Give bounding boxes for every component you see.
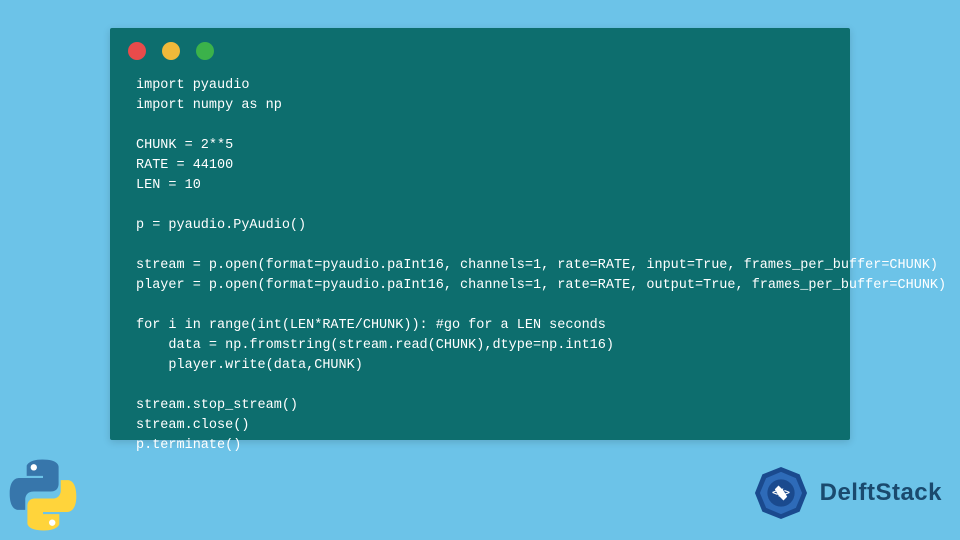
delftstack-logo-icon: </> (750, 462, 812, 524)
brand-name: DelftStack (820, 479, 942, 507)
code-block: import pyaudio import numpy as np CHUNK … (110, 70, 850, 476)
maximize-icon[interactable] (196, 42, 214, 60)
close-icon[interactable] (128, 42, 146, 60)
window-controls (110, 28, 850, 70)
python-logo-icon (4, 456, 82, 534)
brand: </> DelftStack (750, 462, 942, 524)
minimize-icon[interactable] (162, 42, 180, 60)
code-window: import pyaudio import numpy as np CHUNK … (110, 28, 850, 440)
svg-text:</>: </> (772, 487, 790, 498)
